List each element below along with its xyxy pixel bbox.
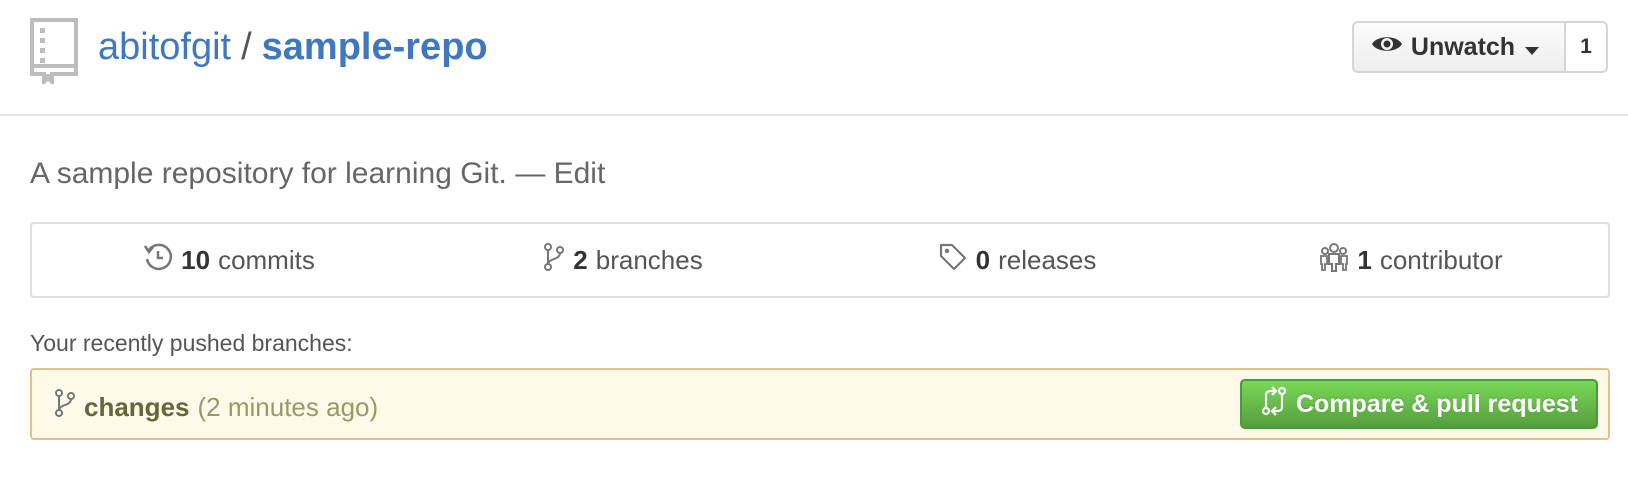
- repo-title-separator: /: [241, 26, 252, 68]
- repo-icon: [28, 18, 80, 87]
- tag-icon: [938, 242, 976, 279]
- commits-count: 10: [181, 244, 211, 275]
- recent-branch-time: (2 minutes ago): [197, 391, 379, 422]
- git-branch-icon: [543, 242, 573, 279]
- watchers-count[interactable]: 1: [1566, 21, 1608, 73]
- repo-name-link[interactable]: sample-repo: [262, 26, 488, 68]
- repo-description: A sample repository for learning Git. — …: [30, 154, 605, 194]
- unwatch-button[interactable]: Unwatch: [1352, 21, 1566, 73]
- description-text: A sample repository for learning Git.: [30, 157, 507, 190]
- contributors-count: 1: [1357, 244, 1372, 275]
- branches-link[interactable]: 2 branches: [426, 224, 820, 296]
- compare-pull-request-button[interactable]: Compare & pull request: [1240, 379, 1598, 429]
- contributors-link[interactable]: 1 contributor: [1214, 224, 1608, 296]
- git-compare-icon: [1260, 385, 1296, 423]
- edit-description-link[interactable]: Edit: [554, 157, 606, 190]
- repo-title: abitofgit / sample-repo: [98, 22, 488, 72]
- description-dash: —: [515, 157, 546, 190]
- branches-label: branches: [595, 244, 703, 275]
- organization-icon: [1319, 242, 1357, 279]
- recent-branch-name[interactable]: changes: [84, 391, 190, 423]
- commits-link[interactable]: 10 commits: [32, 224, 426, 296]
- watch-group: Unwatch 1: [1352, 21, 1608, 73]
- recent-branch-entry: changes (2 minutes ago): [54, 388, 378, 425]
- recent-branches-heading: Your recently pushed branches:: [30, 330, 353, 356]
- unwatch-label: Unwatch: [1410, 32, 1516, 61]
- compare-pull-request-label: Compare & pull request: [1296, 389, 1578, 418]
- chevron-down-icon: [1525, 33, 1547, 62]
- releases-link[interactable]: 0 releases: [820, 224, 1214, 296]
- contributors-label: contributor: [1379, 244, 1503, 275]
- git-branch-icon: [54, 388, 84, 425]
- commits-label: commits: [218, 244, 315, 275]
- eye-icon: [1371, 33, 1411, 62]
- numbers-summary: 10 commits 2 branches 0 releases 1 contr…: [30, 222, 1610, 298]
- branches-count: 2: [573, 244, 588, 275]
- history-icon: [143, 242, 181, 279]
- repo-header: abitofgit / sample-repo Unwatch 1: [0, 0, 1628, 116]
- releases-count: 0: [975, 244, 991, 275]
- recent-branch-banner: changes (2 minutes ago) Compare & pull r…: [30, 368, 1610, 440]
- repo-owner-link[interactable]: abitofgit: [98, 26, 231, 68]
- releases-label: releases: [998, 244, 1097, 275]
